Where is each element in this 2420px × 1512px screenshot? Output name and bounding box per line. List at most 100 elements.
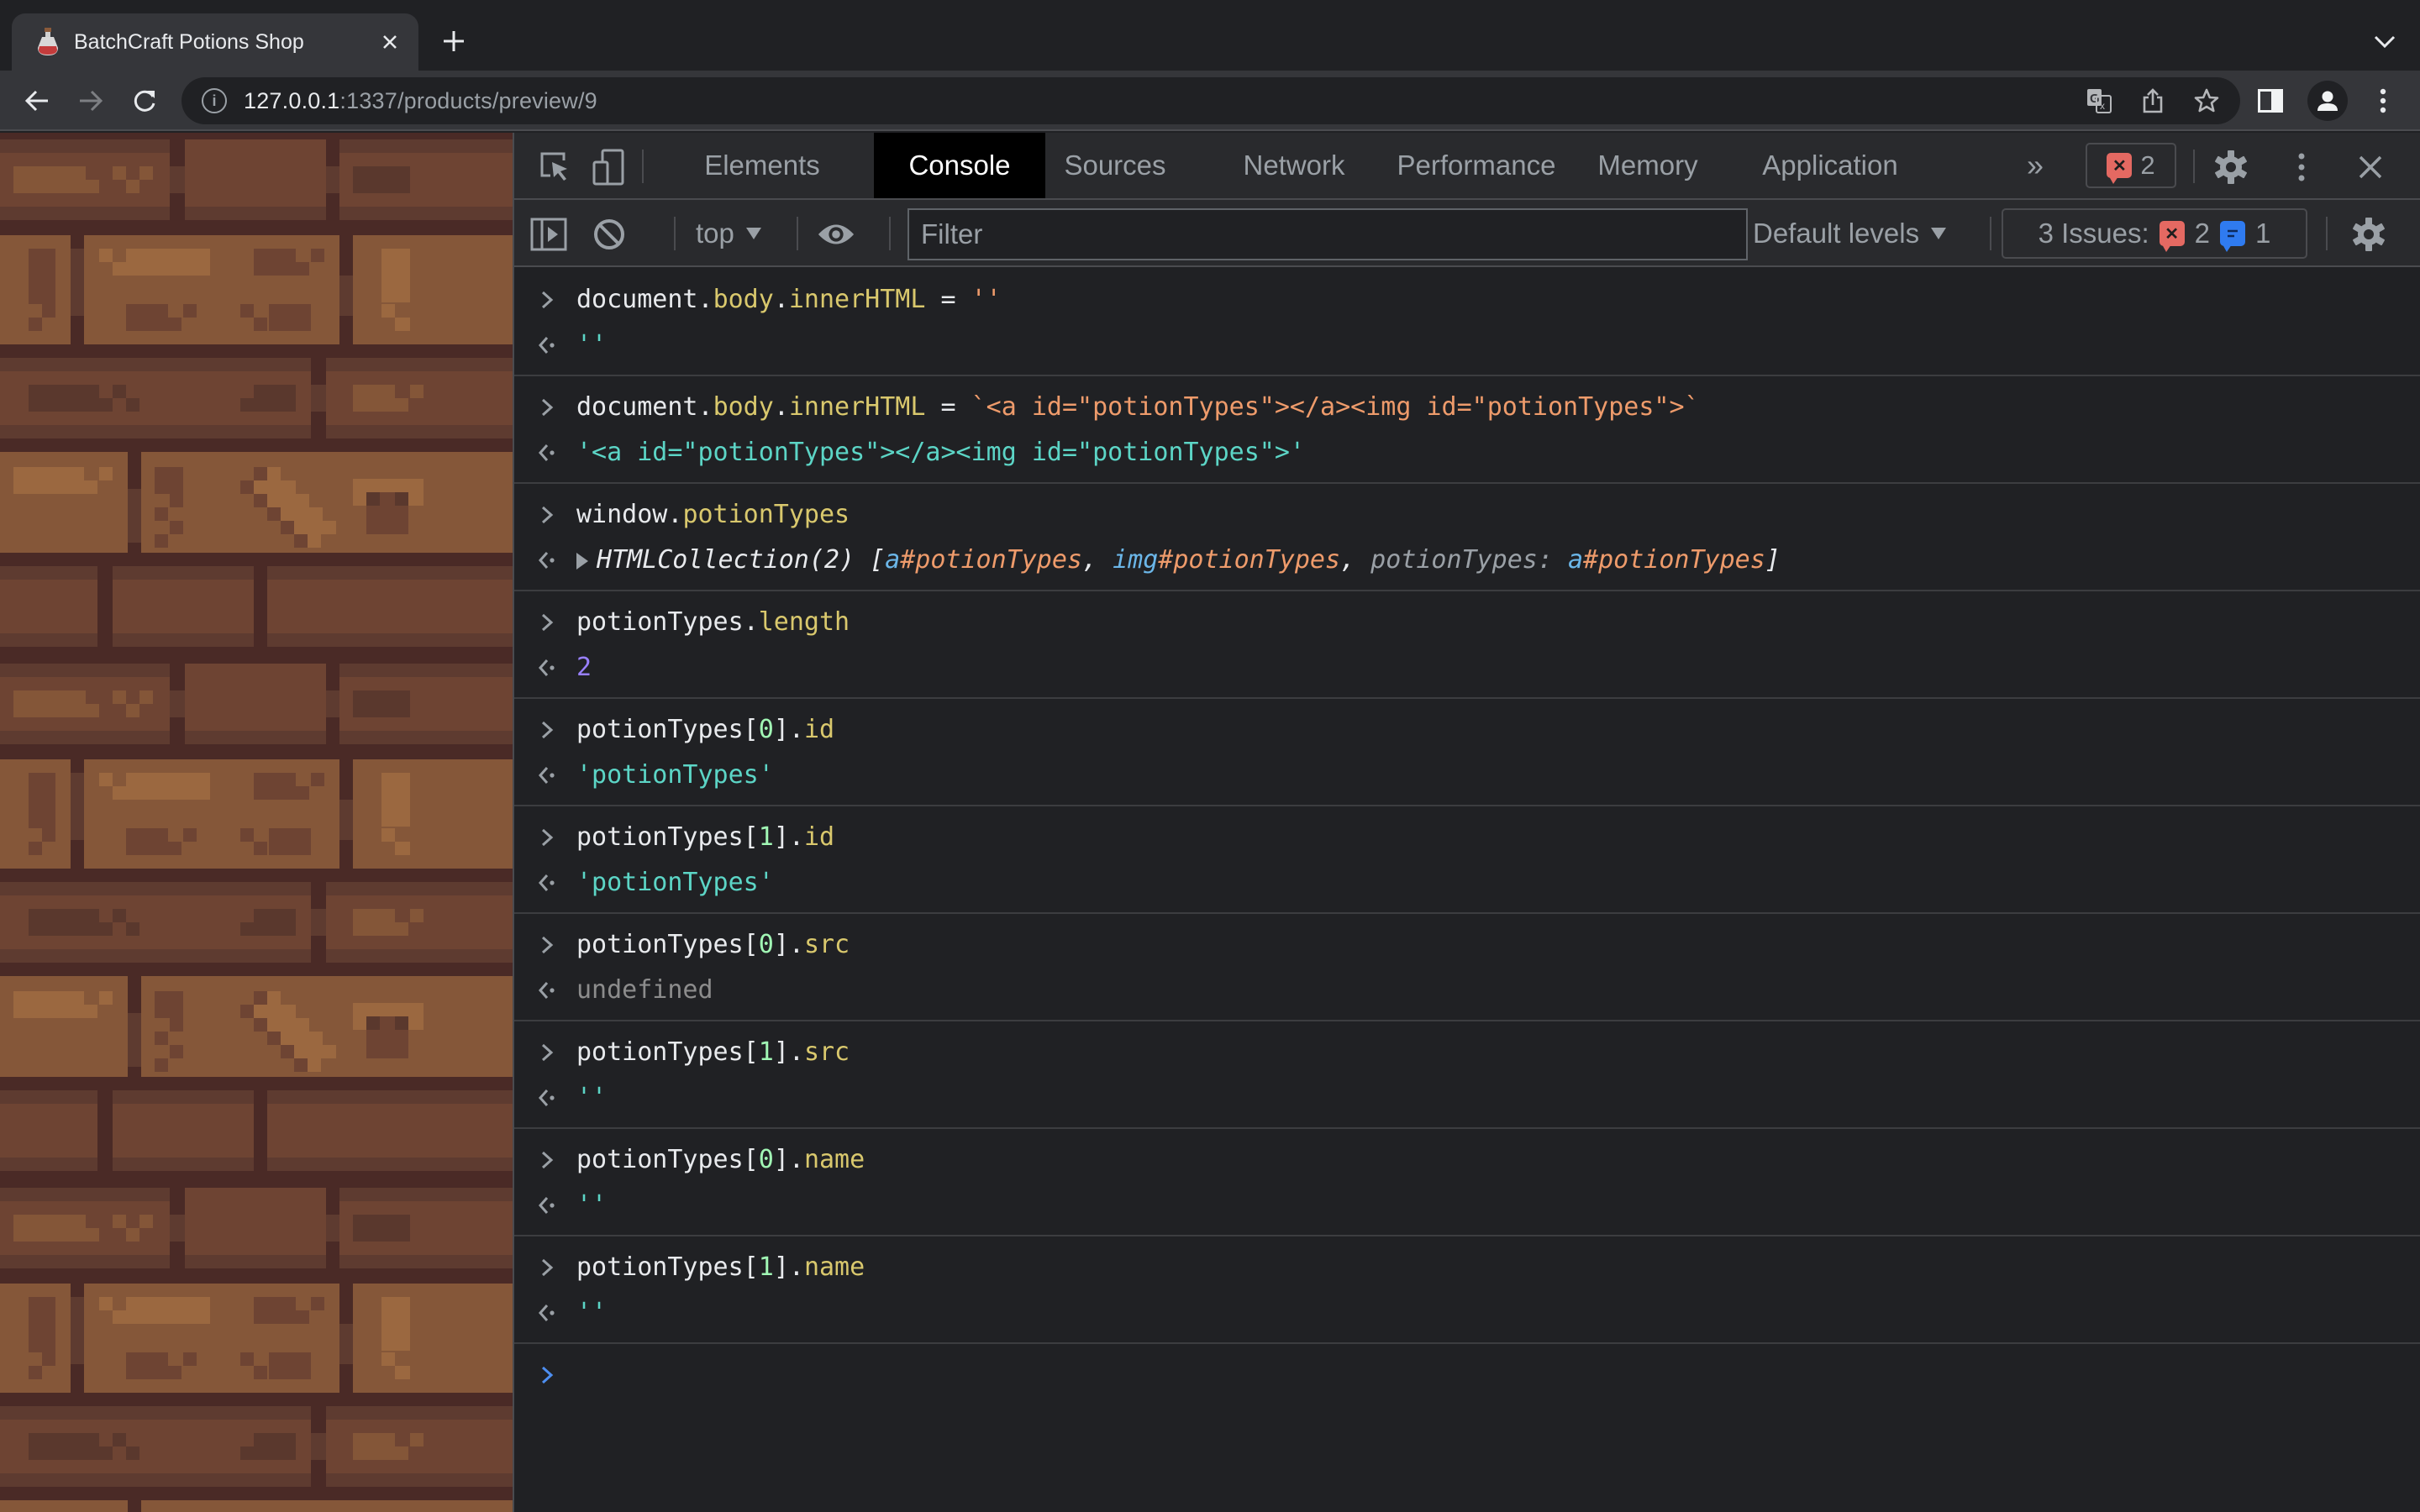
issues-label: 3 Issues: (2038, 218, 2149, 249)
code-token: . (788, 715, 804, 744)
tab-network[interactable]: Network (1217, 133, 1371, 198)
arrow-left-icon (24, 90, 48, 112)
devtools-menu-button[interactable] (2282, 148, 2321, 186)
browser-tab-strip: BatchCraft Potions Shop (0, 0, 2420, 71)
issues-counter-button[interactable]: 3 Issues: ✕ 2 1 (2002, 208, 2307, 259)
side-panel-icon (2258, 89, 2283, 113)
show-sidebar-button[interactable] (529, 215, 568, 254)
result-arrow-icon (534, 430, 560, 475)
console-input-line[interactable]: potionTypes.length (514, 600, 2420, 645)
back-button[interactable] (18, 82, 55, 119)
context-selector[interactable]: top (696, 217, 761, 250)
page-viewport[interactable] (0, 133, 513, 1512)
clear-console-button[interactable] (590, 215, 629, 254)
code-token: ] (773, 1037, 789, 1067)
code-token: . (788, 1037, 804, 1067)
error-icon: ✕ (2107, 153, 2133, 184)
result-arrow-icon (534, 538, 560, 583)
info-message-icon (2220, 221, 2246, 252)
code-token: 0 (758, 1145, 774, 1174)
tab-label: Elements (704, 150, 820, 181)
console-input-line[interactable]: document.body.innerHTML = `<a id="potion… (514, 385, 2420, 430)
console-settings-button[interactable] (2349, 215, 2388, 254)
live-expression-button[interactable] (817, 215, 855, 254)
browser-tab[interactable]: BatchCraft Potions Shop (12, 13, 418, 71)
tab-console[interactable]: Console (874, 133, 1045, 198)
console-result-line[interactable]: '' (514, 1290, 2420, 1336)
code-token: 'potionTypes' (576, 868, 774, 897)
side-panel-button[interactable] (2250, 81, 2291, 121)
console-input-line[interactable]: potionTypes[1].id (514, 815, 2420, 860)
browser-menu-button[interactable] (2363, 81, 2403, 121)
console-input-line[interactable]: potionTypes[1].name (514, 1245, 2420, 1290)
eye-icon (818, 224, 855, 244)
close-devtools-button[interactable] (2351, 148, 2390, 186)
close-icon (2359, 155, 2382, 179)
chevron-down-icon (2374, 35, 2396, 49)
console-result-line[interactable]: '<a id="potionTypes"></a><img id="potion… (514, 430, 2420, 475)
expand-triangle-icon[interactable] (576, 553, 588, 570)
devtools-settings-button[interactable] (2212, 148, 2250, 186)
reload-button[interactable] (126, 82, 163, 119)
profile-button[interactable] (2307, 81, 2348, 121)
devtools-panel: Elements Console Sources Network Performance… (513, 133, 2420, 1512)
tab-search-button[interactable] (2368, 25, 2402, 59)
code-token: length (758, 607, 850, 637)
input-chevron-icon (534, 815, 560, 860)
device-toolbar-button[interactable] (590, 148, 629, 186)
code-token: 1 (758, 822, 774, 852)
console-result-line[interactable]: HTMLCollection(2) [a#potionTypes, img#po… (514, 538, 2420, 583)
input-chevron-icon (534, 385, 560, 430)
tab-label: Network (1243, 150, 1345, 181)
clear-block-icon (594, 219, 624, 249)
code-token: id (803, 715, 835, 744)
potion-bottle-icon (37, 28, 59, 56)
console-input-line[interactable]: potionTypes[0].id (514, 707, 2420, 753)
bookmark-star-icon[interactable] (2190, 84, 2223, 118)
url-path: :1337/products/preview/9 (339, 87, 597, 113)
console-messages[interactable]: document.body.innerHTML = '' '' document.b… (514, 269, 2420, 1512)
error-count-badge[interactable]: ✕ 2 (2086, 143, 2176, 188)
tab-elements[interactable]: Elements (674, 133, 850, 198)
console-input-line[interactable]: window.potionTypes (514, 492, 2420, 538)
inspect-element-button[interactable] (536, 148, 575, 186)
tab-application[interactable]: Application (1739, 133, 1921, 198)
dropdown-triangle-icon (1931, 228, 1947, 239)
code-token: . (773, 392, 789, 422)
share-icon[interactable] (2136, 84, 2170, 118)
address-bar[interactable]: i 127.0.0.1:1337/products/preview/9 Gx (182, 77, 2240, 124)
console-input-line[interactable]: potionTypes[1].src (514, 1030, 2420, 1075)
tab-memory[interactable]: Memory (1580, 133, 1716, 198)
close-tab-icon[interactable] (373, 25, 407, 59)
forward-button[interactable] (72, 82, 109, 119)
console-result-line[interactable]: undefined (514, 968, 2420, 1013)
code-token: '<a id="potionTypes"></a><img id="potion… (576, 438, 1305, 467)
console-input-line[interactable]: potionTypes[0].src (514, 922, 2420, 968)
console-result-line[interactable]: '' (514, 323, 2420, 368)
console-input-line[interactable]: potionTypes[0].name (514, 1137, 2420, 1183)
console-result-line[interactable]: 'potionTypes' (514, 753, 2420, 798)
code-token: . (773, 285, 789, 314)
console-input[interactable] (514, 1352, 2420, 1398)
code-token: innerHTML (788, 392, 926, 422)
console-result-line[interactable]: 2 (514, 645, 2420, 690)
console-result-line[interactable]: '' (514, 1075, 2420, 1121)
levels-value: Default levels (1753, 218, 1920, 249)
translate-icon[interactable]: Gx (2082, 84, 2116, 118)
tab-performance[interactable]: Performance (1395, 133, 1558, 198)
more-tabs-button[interactable]: » (2010, 133, 2060, 198)
log-levels-dropdown[interactable]: Default levels (1753, 217, 1947, 250)
code-token: document (576, 285, 698, 314)
tab-sources[interactable]: Sources (1037, 133, 1193, 198)
tab-label: Sources (1064, 150, 1166, 181)
console-input-line[interactable]: document.body.innerHTML = '' (514, 277, 2420, 323)
new-tab-button[interactable] (437, 25, 471, 59)
info-icon[interactable]: i (202, 88, 227, 113)
console-filter-input[interactable]: Filter (908, 208, 1748, 260)
console-entry: potionTypes[0].name '' (514, 1129, 2420, 1236)
console-entry: potionTypes[0].id 'potionTypes' (514, 699, 2420, 806)
console-result-line[interactable]: 'potionTypes' (514, 860, 2420, 906)
console-result-line[interactable]: '' (514, 1183, 2420, 1228)
console-entry: potionTypes[0].src undefined (514, 914, 2420, 1021)
code-token: '' (576, 1190, 608, 1220)
